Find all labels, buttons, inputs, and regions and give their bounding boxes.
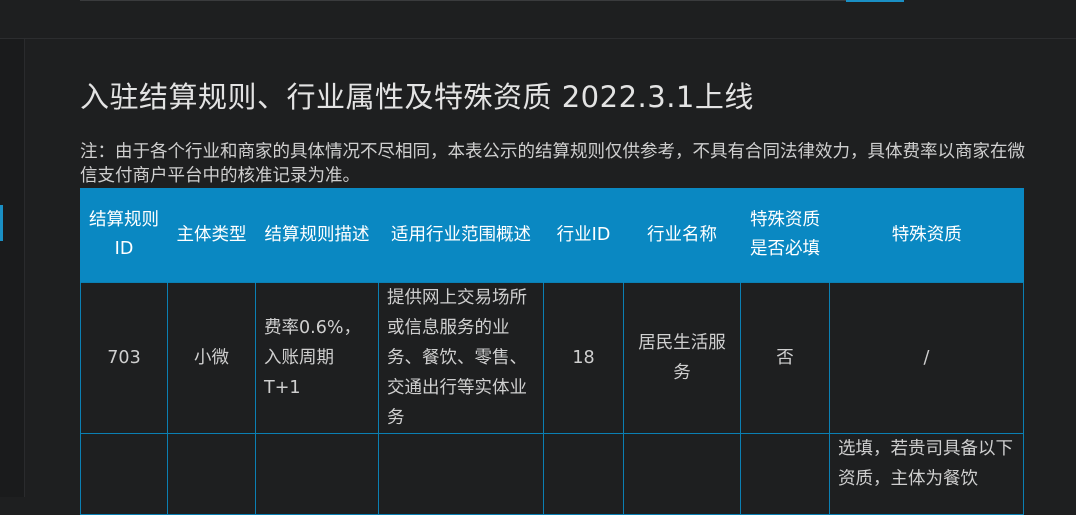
cell-industry-name	[623, 433, 741, 515]
header-qualification-required: 特殊资质是否必填	[740, 188, 830, 283]
cell-industry-id	[543, 433, 624, 515]
cell-rule-id: 703	[80, 282, 168, 434]
cell-industry-scope: 提供网上交易场所或信息服务的业务、餐饮、零售、交通出行等实体业务	[378, 282, 544, 434]
search-button-edge[interactable]	[846, 0, 904, 2]
cell-rule-description	[255, 433, 379, 515]
table-row: 703 小微 费率0.6%，入账周期T+1 提供网上交易场所或信息服务的业务、餐…	[80, 282, 1024, 434]
table-row: 选填，若贵司具备以下资质，主体为餐饮	[80, 433, 1024, 515]
cell-qualification-required	[740, 433, 830, 515]
top-bar	[0, 0, 1076, 39]
left-rail	[0, 0, 25, 497]
cell-entity-type	[167, 433, 256, 515]
header-entity-type: 主体类型	[167, 188, 256, 283]
header-industry-id: 行业ID	[543, 188, 624, 283]
header-industry-name: 行业名称	[623, 188, 741, 283]
table-header-row: 结算规则ID 主体类型 结算规则描述 适用行业范围概述 行业ID 行业名称 特殊…	[80, 188, 1024, 283]
table-note: 注：由于各个行业和商家的具体情况不尽相同，本表公示的结算规则仅供参考，不具有合同…	[80, 142, 1025, 186]
header-industry-scope: 适用行业范围概述	[378, 188, 544, 283]
header-rule-id: 结算规则ID	[80, 188, 168, 283]
header-special-qualification: 特殊资质	[829, 188, 1024, 283]
search-field-edge[interactable]	[80, 0, 846, 1]
cell-industry-scope	[378, 433, 544, 515]
cell-industry-id: 18	[543, 282, 624, 434]
settlement-rules-table: 结算规则ID 主体类型 结算规则描述 适用行业范围概述 行业ID 行业名称 特殊…	[80, 188, 1024, 515]
left-rail-active-marker	[0, 205, 3, 241]
page-title: 入驻结算规则、行业属性及特殊资质 2022.3.1上线	[80, 80, 754, 114]
cell-rule-description: 费率0.6%，入账周期T+1	[255, 282, 379, 434]
cell-industry-name: 居民生活服务	[623, 282, 741, 434]
header-rule-description: 结算规则描述	[255, 188, 379, 283]
cell-special-qualification: 选填，若贵司具备以下资质，主体为餐饮	[829, 433, 1024, 515]
cell-qualification-required: 否	[740, 282, 830, 434]
cell-entity-type: 小微	[167, 282, 256, 434]
cell-rule-id	[80, 433, 168, 515]
cell-special-qualification: /	[829, 282, 1024, 434]
